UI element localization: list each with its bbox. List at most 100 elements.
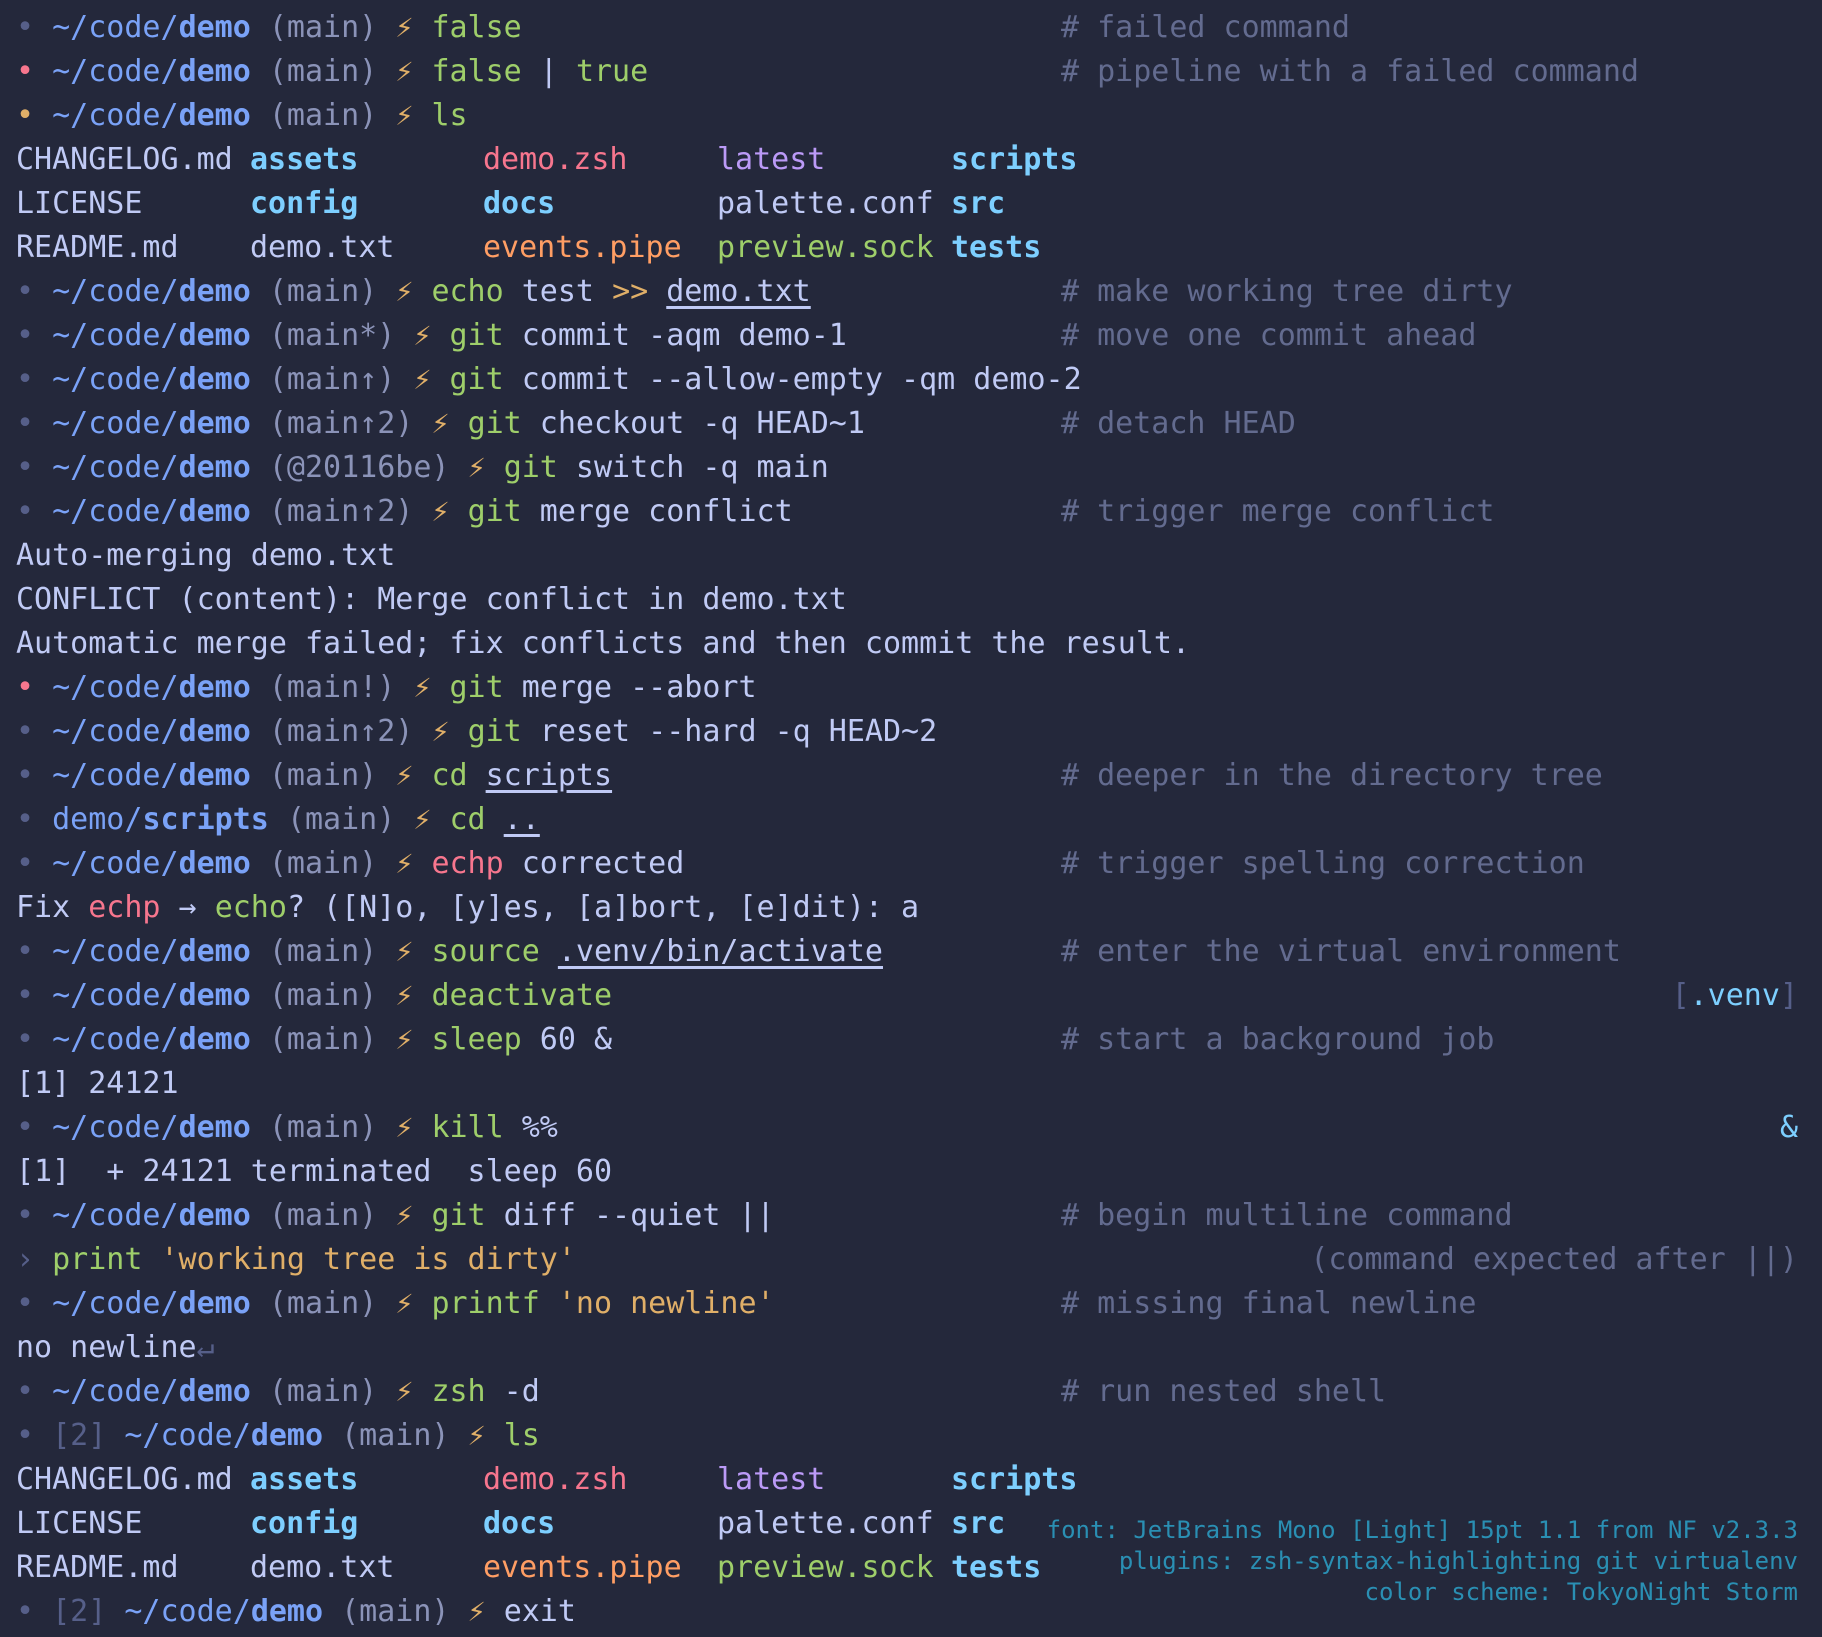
status-dot-icon: • <box>16 1286 35 1321</box>
command-comment: # deeper in the directory tree <box>1061 758 1603 793</box>
prompt-line: • ~/code/demo (main) ⚡ source .venv/bin/… <box>16 930 1798 974</box>
git-branch-status: (main) <box>268 978 378 1013</box>
command-token: exit <box>503 1594 576 1629</box>
prompt-line: • ~/code/demo (main) ⚡ echp corrected # t… <box>16 842 1798 886</box>
prompt-path-prefix: ~/code/ <box>52 1198 179 1233</box>
git-branch-status: (main↑2) <box>268 494 414 529</box>
command-token: git <box>503 450 558 485</box>
command-token: false <box>431 10 522 45</box>
file-entry: src <box>951 186 1006 221</box>
git-branch-status: (main) <box>268 1374 378 1409</box>
output-text: ↵ <box>196 1330 215 1365</box>
status-dot-icon: • <box>16 494 35 529</box>
command-token: git <box>467 406 522 441</box>
shell-level: [2] <box>52 1418 107 1453</box>
prompt-line: • ~/code/demo (main) ⚡ deactivate [.venv] <box>16 974 1798 1018</box>
git-branch-status: (main↑2) <box>268 714 414 749</box>
lightning-icon: ⚡ <box>395 978 414 1013</box>
git-branch-status: (main) <box>268 274 378 309</box>
file-entry: CHANGELOG.md <box>16 1462 233 1497</box>
file-entry: tests <box>951 1550 1042 1585</box>
git-branch-status: (main) <box>341 1594 450 1629</box>
output-text: no newline <box>16 1330 197 1365</box>
prompt-line: • ~/code/demo (main↑2) ⚡ git checkout -q… <box>16 402 1798 446</box>
command-token: git <box>431 1198 486 1233</box>
command-token: commit -aqm demo-1 <box>503 318 847 353</box>
prompt-path-prefix: ~/code/ <box>52 10 179 45</box>
terminal-window[interactable]: • ~/code/demo (main) ⚡ false # failed com… <box>0 0 1822 1637</box>
output-line: CONFLICT (content): Merge conflict in de… <box>16 578 1798 622</box>
file-entry: assets <box>250 142 359 177</box>
command-token: zsh <box>431 1374 486 1409</box>
git-branch-status: (main) <box>268 98 378 133</box>
status-dot-icon: • <box>16 978 35 1013</box>
output-text: [1] + 24121 terminated sleep 60 <box>16 1154 613 1189</box>
command-token: git <box>467 494 522 529</box>
output-line: no newline↵ <box>16 1326 1798 1370</box>
output-text: echo <box>214 890 287 925</box>
file-entry: latest <box>717 1462 826 1497</box>
command-token: -d <box>485 1374 540 1409</box>
prompt-path-prefix: ~/code/ <box>52 1022 179 1057</box>
status-dot-icon: • <box>16 1198 35 1233</box>
status-dot-icon: • <box>16 1418 35 1453</box>
output-text: [1] 24121 <box>16 1066 179 1101</box>
prompt-path-dir: demo <box>178 450 251 485</box>
prompt-path-prefix: ~/code/ <box>52 934 179 969</box>
git-branch-status: (main) <box>268 1198 378 1233</box>
command-comment: # pipeline with a failed command <box>1061 54 1639 89</box>
command-token: git <box>467 714 522 749</box>
ls-output-row: CHANGELOG.md assets demo.zsh latest scripts <box>16 138 1798 182</box>
command-token: deactivate <box>431 978 613 1013</box>
right-prompt: & <box>1780 1106 1798 1150</box>
prompt-line: • ~/code/demo (main) ⚡ sleep 60 & # start… <box>16 1018 1798 1062</box>
file-entry: scripts <box>951 142 1078 177</box>
output-line: [1] + 24121 terminated sleep 60 <box>16 1150 1798 1194</box>
output-text: Automatic merge failed; fix conflicts an… <box>16 626 1190 661</box>
prompt-path-dir: demo <box>178 758 251 793</box>
prompt-path-dir: demo <box>250 1418 324 1453</box>
command-token: false <box>431 54 522 89</box>
file-entry: palette.conf <box>717 1506 934 1541</box>
status-dot-icon: • <box>16 802 35 837</box>
status-dot-icon: • <box>16 1374 35 1409</box>
command-comment: # enter the virtual environment <box>1061 934 1621 969</box>
git-branch-status: (main↑2) <box>268 406 414 441</box>
status-dot-icon: • <box>16 934 35 969</box>
status-dot-icon: • <box>16 714 35 749</box>
command-token: ls <box>503 1418 540 1453</box>
prompt-path-dir: demo <box>178 1022 251 1057</box>
prompt-line: • ~/code/demo (main) ⚡ zsh -d # run neste… <box>16 1370 1798 1414</box>
prompt-line: • ~/code/demo (main) ⚡ printf 'no newlin… <box>16 1282 1798 1326</box>
file-entry: assets <box>250 1462 359 1497</box>
output-line: Auto-merging demo.txt <box>16 534 1798 578</box>
info-overlay: font: JetBrains Mono [Light] 15pt 1.1 fr… <box>1047 1515 1798 1608</box>
output-line: Fix echp → echo? ([N]o, [y]es, [a]bort, … <box>16 886 1798 930</box>
prompt-path-dir: demo <box>178 714 251 749</box>
info-plugins: plugins: zsh-syntax-highlighting git vir… <box>1118 1547 1798 1575</box>
command-token <box>486 802 504 837</box>
command-token: kill <box>431 1110 504 1145</box>
output-text: print <box>52 1242 143 1277</box>
